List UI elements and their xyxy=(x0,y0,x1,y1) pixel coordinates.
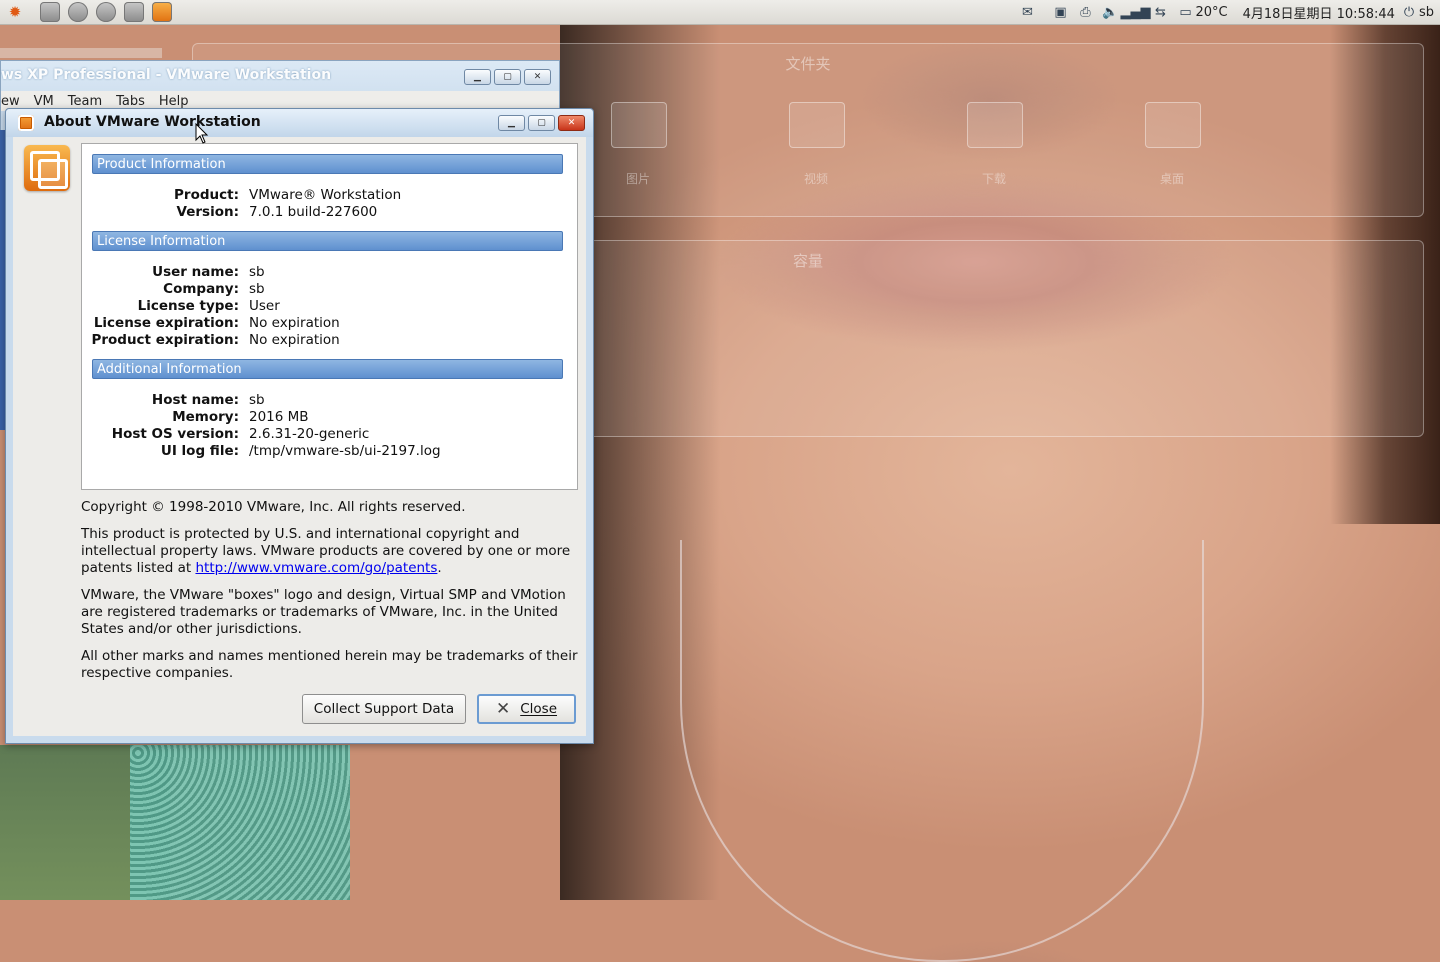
section-header-license: License Information xyxy=(92,231,563,251)
about-dialog-content: Product Information Product: VMware® Wor… xyxy=(13,137,586,736)
patent-text-end: . xyxy=(437,560,442,576)
weather-icon[interactable]: ▭ xyxy=(1177,4,1195,20)
info-label: Product: xyxy=(174,187,239,203)
text-editor-launcher-icon[interactable] xyxy=(124,2,144,22)
info-label: License expiration: xyxy=(93,315,239,331)
info-value: 7.0.1 build-227600 xyxy=(249,204,378,220)
network-icon[interactable]: ⇆ xyxy=(1152,4,1170,20)
collect-support-data-label: Collect Support Data xyxy=(313,701,455,717)
collect-support-data-button[interactable]: Collect Support Data xyxy=(302,694,466,724)
copyright-text: Copyright © 1998-2010 VMware, Inc. All r… xyxy=(81,499,466,515)
info-value: sb xyxy=(249,392,265,408)
maximize-button[interactable]: ▢ xyxy=(494,69,521,85)
vmware-title-icon xyxy=(18,115,34,131)
folder-label: 视频 xyxy=(803,172,828,186)
web-browser-launcher-icon[interactable] xyxy=(68,2,88,22)
minimize-button[interactable]: ▁ xyxy=(464,69,491,85)
vmware-main-window-controls: ▁ ▢ ✕ xyxy=(464,69,551,85)
system-tray: ✉ ▣ ⎙ 🔈 ▂▄▆ ⇆ ▭ 20°C 4月18日星期日 10:58:44 ⏻… xyxy=(1019,0,1434,24)
close-window-button[interactable]: ✕ xyxy=(558,115,585,131)
clock-datetime[interactable]: 4月18日星期日 10:58:44 xyxy=(1243,3,1395,22)
about-dialog-titlebar[interactable]: About VMware Workstation ▁ ▢ ✕ xyxy=(6,109,593,137)
maximize-button[interactable]: ▢ xyxy=(528,115,555,131)
folder-label: 桌面 xyxy=(1159,172,1184,186)
info-label: Company: xyxy=(163,281,239,297)
menu-team[interactable]: Team xyxy=(68,94,102,109)
folder-icon[interactable] xyxy=(967,102,1023,148)
info-value: No expiration xyxy=(249,332,340,348)
ubuntu-logo-icon[interactable]: ✹ xyxy=(4,1,26,23)
about-dialog-controls: ▁ ▢ ✕ xyxy=(498,115,585,131)
info-panel: Product Information Product: VMware® Wor… xyxy=(81,143,578,490)
folder-label: 图片 xyxy=(625,172,650,186)
volume-icon[interactable]: 🔈 xyxy=(1102,4,1120,20)
info-value: User xyxy=(249,298,280,314)
trademark-text: VMware, the VMware "boxes" logo and desi… xyxy=(81,587,566,637)
section-header-product: Product Information xyxy=(92,154,563,174)
info-label: Host OS version: xyxy=(111,426,239,442)
info-label: Product expiration: xyxy=(91,332,239,348)
info-label: User name: xyxy=(152,264,239,280)
email-launcher-icon[interactable] xyxy=(96,2,116,22)
close-x-icon: ✕ xyxy=(495,699,511,719)
menu-tabs[interactable]: Tabs xyxy=(116,94,145,109)
top-panel: ✹ ✉ ▣ ⎙ 🔈 ▂▄▆ ⇆ ▭ 20°C 4月18日星期日 10:58:44… xyxy=(0,0,1440,25)
close-button[interactable]: ✕ xyxy=(524,69,551,85)
info-value: 2.6.31-20-generic xyxy=(249,426,370,442)
info-value: /tmp/vmware-sb/ui-2197.log xyxy=(249,443,441,459)
about-dialog: About VMware Workstation ▁ ▢ ✕ Product I… xyxy=(5,108,594,744)
close-button-label: Close xyxy=(520,701,558,717)
info-label: Host name: xyxy=(151,392,239,408)
folder-label: 下载 xyxy=(981,172,1006,186)
vmware-launcher-icon[interactable] xyxy=(152,2,172,22)
signal-strength-icon[interactable]: ▂▄▆ xyxy=(1121,4,1151,20)
patent-text: This product is protected by U.S. and in… xyxy=(81,526,581,577)
info-label: Version: xyxy=(176,204,239,220)
home-folder-launcher-icon[interactable] xyxy=(40,2,60,22)
patents-link[interactable]: http://www.vmware.com/go/patents xyxy=(195,560,437,576)
other-marks-text: All other marks and names mentioned here… xyxy=(81,648,578,681)
section-header-additional: Additional Information xyxy=(92,359,563,379)
menu-help[interactable]: Help xyxy=(159,94,189,109)
folder-icon[interactable] xyxy=(1145,102,1201,148)
info-label: License type: xyxy=(137,298,239,314)
info-value: sb xyxy=(249,281,265,297)
info-label: Memory: xyxy=(172,409,239,425)
minimize-button[interactable]: ▁ xyxy=(498,115,525,131)
folder-icon[interactable] xyxy=(611,102,667,148)
info-value: sb xyxy=(249,264,265,280)
printer-icon[interactable]: ⎙ xyxy=(1077,4,1095,20)
update-manager-icon[interactable]: ▣ xyxy=(1052,4,1070,20)
menu-view[interactable]: ew xyxy=(1,94,20,109)
user-name[interactable]: sb xyxy=(1419,5,1434,20)
temperature-display[interactable]: 20°C xyxy=(1196,5,1228,20)
wallpaper-necklace xyxy=(680,540,1204,962)
vmware-logo-icon xyxy=(24,145,70,191)
vmware-main-window-title: ws XP Professional - VMware Workstation xyxy=(1,67,332,83)
folder-icon[interactable] xyxy=(789,102,845,148)
info-value: No expiration xyxy=(249,315,340,331)
info-value: 2016 MB xyxy=(249,409,309,425)
power-icon[interactable]: ⏻ xyxy=(1402,4,1416,20)
background-window-edge xyxy=(0,48,162,58)
mouse-cursor-icon xyxy=(195,123,209,144)
menu-vm[interactable]: VM xyxy=(34,94,54,109)
close-button[interactable]: ✕ Close xyxy=(477,694,576,724)
wallpaper-lace xyxy=(130,745,350,900)
info-value: VMware® Workstation xyxy=(249,187,402,203)
info-label: UI log file: xyxy=(160,443,239,459)
mail-indicator-icon[interactable]: ✉ xyxy=(1019,4,1037,20)
about-dialog-title: About VMware Workstation xyxy=(44,114,261,130)
